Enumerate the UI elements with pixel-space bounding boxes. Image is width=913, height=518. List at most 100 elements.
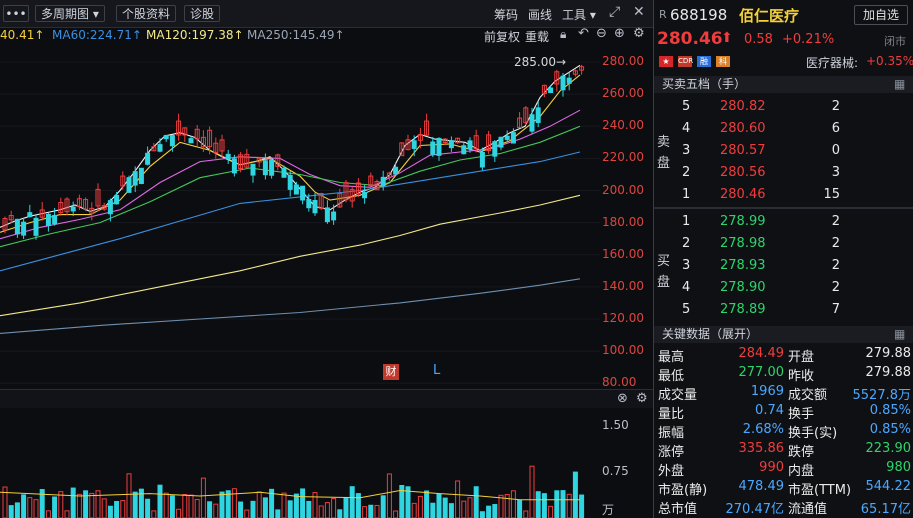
keydata-cell: 市盈(TTM) [788,483,852,498]
candlestick-chart[interactable] [0,46,600,388]
volume-close-icon[interactable]: ⊗ [617,391,628,406]
buy-row[interactable]: 4 278.90 2 [654,277,913,299]
volume-bar [411,502,417,518]
volume-bar [380,495,386,518]
sell-row[interactable]: 3 280.57 0 [654,140,913,162]
volume-tick: 万 [602,502,615,517]
keydata-cell: 最低 [658,369,685,384]
chips-tool[interactable]: 筹码 [494,6,518,23]
keydata-cell: 成交量 [658,388,698,403]
volume-bar [560,490,566,518]
candle-body [324,207,330,223]
volume-chart [0,465,585,518]
buy-row[interactable]: 5 278.89 7 [654,299,913,321]
volume-tick: 1.50 [602,418,629,433]
volume-bar [182,494,188,518]
volume-bar [498,494,504,518]
sell-row[interactable]: 4 280.60 6 [654,118,913,140]
zoom-out-icon[interactable]: ⊖ [596,26,607,41]
stock-info-button[interactable]: 个股资料 [116,5,177,22]
expand-icon[interactable]: ⤢ [609,4,620,20]
keydata-cell: 开盘 [788,350,815,365]
orderbook-level: 5 [682,99,691,114]
candle-body [560,75,566,91]
industry-label[interactable]: 医疗器械: [806,54,858,71]
keydata-cell: 277.00 [738,365,785,380]
candle-body [510,132,516,144]
candle-body [393,166,399,175]
settings-gear-icon[interactable]: ⚙ [633,26,645,41]
keydata-cell: 1969 [750,384,784,399]
keydata-cell: 流通值 [788,502,828,517]
orderbook-level: 4 [682,121,691,136]
candle-body [269,159,275,176]
volume-settings-icon[interactable]: ⚙ [636,391,648,406]
volume-bar [27,497,33,518]
zoom-in-icon[interactable]: ⊕ [614,26,625,41]
sell-row[interactable]: 2 280.56 3 [654,162,913,184]
keydata-cell: 990 [759,460,784,475]
l-marker[interactable]: L [433,363,440,378]
add-watchlist-button[interactable]: 加自选 [854,5,908,25]
finance-marker[interactable]: 财 [383,364,399,380]
candle-body [126,177,132,193]
orderbook-price: 278.99 [720,214,766,229]
keydata-cell: 544.22 [865,479,912,494]
volume-bar [262,497,268,518]
sell-row[interactable]: 5 280.82 2 [654,96,913,118]
keydata-row: 涨停 335.86 跌停 223.90 [654,440,913,460]
keydata-cell: 478.49 [738,479,785,494]
period-dropdown[interactable]: 多周期图 ▾ [35,5,105,22]
volume-bar [324,502,330,518]
candle-body [33,217,39,236]
volume-bar [275,509,281,518]
grid-icon[interactable]: ▦ [894,76,905,93]
volume-bar [76,493,82,518]
lock-icon[interactable]: 🔒︎ [560,27,566,42]
buy-row[interactable]: 1 278.99 2 [654,211,913,233]
adjust-button[interactable]: 前复权 [484,28,520,45]
volume-bar [362,506,368,518]
keydata-cell: 内盘 [788,464,815,479]
undo-icon[interactable]: ↶ [578,26,589,41]
volume-bar [318,505,324,518]
volume-bar [213,503,219,518]
orderbook-price: 278.89 [720,302,766,317]
tools-dropdown[interactable]: 工具 ▾ [562,6,596,23]
keydata-cell: 0.74 [755,403,784,418]
price-tick: 120.00 [602,310,644,325]
keydata-grid-icon[interactable]: ▦ [894,326,905,343]
volume-bar [151,510,157,518]
reload-button[interactable]: 重载 [525,28,549,45]
volume-bar [523,510,529,518]
volume-bar [492,504,498,518]
orderbook-level: 2 [682,165,691,180]
orderbook-price: 280.60 [720,121,766,136]
diagnose-button[interactable]: 诊股 [184,5,221,22]
keydata-cell: 980 [886,460,911,475]
volume-bar [436,493,442,518]
keydata-header[interactable]: 关键数据（展开） ▦ [654,326,913,343]
volume-bar [306,500,312,518]
orderbook-level: 5 [682,302,691,317]
buy-row[interactable]: 3 278.93 2 [654,255,913,277]
draw-tool[interactable]: 画线 [528,6,552,23]
close-icon[interactable]: ✕ [633,4,645,20]
keydata-row: 最低 277.00 昨收 279.88 [654,364,913,384]
candle-body [70,206,76,212]
candle-body [188,138,194,144]
volume-bar [442,497,448,518]
menu-button[interactable]: ••• [3,5,29,22]
chart-toolbar: ••• 多周期图 ▾ 个股资料 诊股 筹码 画线 工具 ▾ ⤢ ✕ [0,0,653,28]
orderbook-header: 买卖五档（手） ▦ [654,76,913,93]
volume-bar [114,500,120,518]
keydata-cell: 5527.8万 [852,388,912,403]
price-tick: 80.00 [602,375,637,390]
sell-row[interactable]: 1 280.46 15 [654,184,913,206]
buy-row[interactable]: 2 278.98 2 [654,233,913,255]
keydata-cell: 涨停 [658,445,685,460]
volume-bar [300,488,306,518]
price-tick: 100.00 [602,343,644,358]
volume-bar [430,502,436,518]
candle-body [448,140,454,149]
